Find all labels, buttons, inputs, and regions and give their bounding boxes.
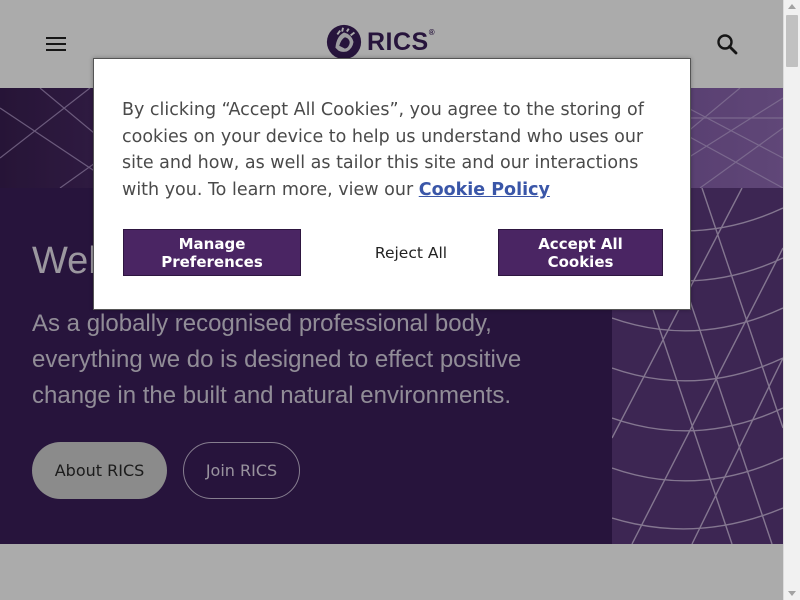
cookie-consent-text: By clicking “Accept All Cookies”, you ag… (122, 100, 644, 201)
manage-preferences-button[interactable]: Manage Preferences (123, 229, 301, 276)
cookie-policy-link[interactable]: Cookie Policy (419, 180, 550, 200)
scroll-up-arrow-icon[interactable] (788, 4, 796, 9)
reject-all-button[interactable]: Reject All (348, 229, 474, 276)
accept-all-cookies-button[interactable]: Accept All Cookies (498, 229, 663, 276)
cookie-consent-dialog: By clicking “Accept All Cookies”, you ag… (93, 58, 691, 310)
vertical-scrollbar[interactable] (783, 0, 800, 600)
scroll-thumb[interactable] (786, 15, 798, 67)
scroll-down-arrow-icon[interactable] (788, 591, 796, 596)
